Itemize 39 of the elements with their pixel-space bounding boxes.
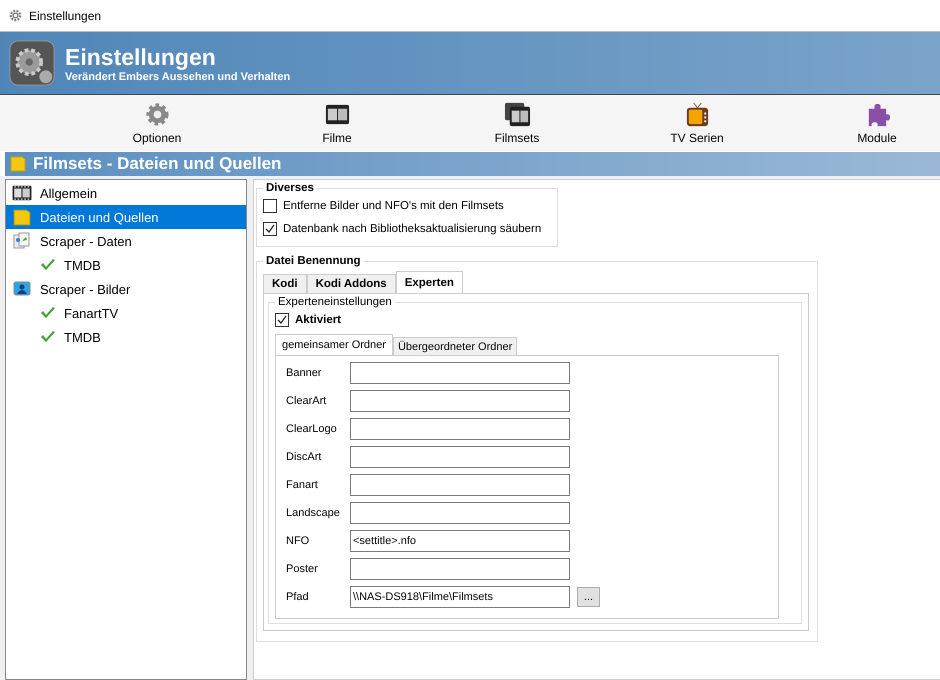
- window-title: Einstellungen: [29, 8, 102, 22]
- tab[interactable]: Experten: [396, 271, 463, 293]
- header-title: Einstellungen: [65, 43, 217, 71]
- sidebar-item[interactable]: Scraper - Daten: [6, 229, 246, 253]
- sidebar-item[interactable]: TMDB: [6, 325, 246, 349]
- field-label: Banner: [286, 367, 322, 379]
- tab[interactable]: Kodi Addons: [306, 274, 396, 293]
- sidebar-item[interactable]: FanartTV: [6, 301, 246, 325]
- field-label: Poster: [286, 563, 319, 575]
- group-title: Experteneinstellungen: [277, 296, 393, 308]
- checkbox-label: Entferne Bilder und NFO's mit den Filmsets: [283, 200, 504, 212]
- input-field[interactable]: <settitle>.nfo: [350, 530, 570, 552]
- checkbox-label: Datenbank nach Bibliotheksaktualisierung säubern: [283, 222, 542, 234]
- sidebar-item[interactable]: Allgemein: [6, 181, 246, 205]
- browse-button[interactable]: ...: [577, 587, 600, 607]
- field-label: Landscape: [286, 507, 341, 519]
- field-label: NFO: [286, 535, 310, 547]
- tab[interactable]: Übergeordneter Ordner: [392, 337, 518, 355]
- field-label: Pfad: [286, 591, 310, 603]
- group-title: Datei Benennung: [265, 255, 362, 267]
- sidebar-item[interactable]: Scraper - Bilder: [6, 277, 246, 301]
- toolbar-button[interactable]: TV Serien: [607, 95, 787, 151]
- field-label: DiscArt: [286, 451, 322, 463]
- input-field[interactable]: \\NAS-DS918\Filme\Filmsets: [350, 586, 570, 608]
- section-title: Filmsets - Dateien und Quellen: [33, 154, 282, 174]
- toolbar-button[interactable]: Optionen: [67, 95, 247, 151]
- header-subtitle: Verändert Embers Aussehen und Verhalten: [65, 71, 290, 83]
- field-label: Fanart: [286, 479, 319, 491]
- tab[interactable]: Kodi: [263, 274, 307, 293]
- group-title: Diverses: [265, 182, 315, 194]
- toolbar-button[interactable]: Module: [787, 95, 940, 151]
- toolbar-button[interactable]: Filme: [247, 95, 427, 151]
- field-label: ClearArt: [286, 395, 328, 407]
- field-label: ClearLogo: [286, 423, 338, 435]
- tab[interactable]: gemeinsamer Ordner: [275, 334, 393, 355]
- sidebar-item[interactable]: Dateien und Quellen: [6, 205, 246, 229]
- sidebar-item[interactable]: TMDB: [6, 253, 246, 277]
- toolbar-button[interactable]: Filmsets: [427, 95, 607, 151]
- checkbox-label: Aktiviert: [295, 314, 342, 326]
